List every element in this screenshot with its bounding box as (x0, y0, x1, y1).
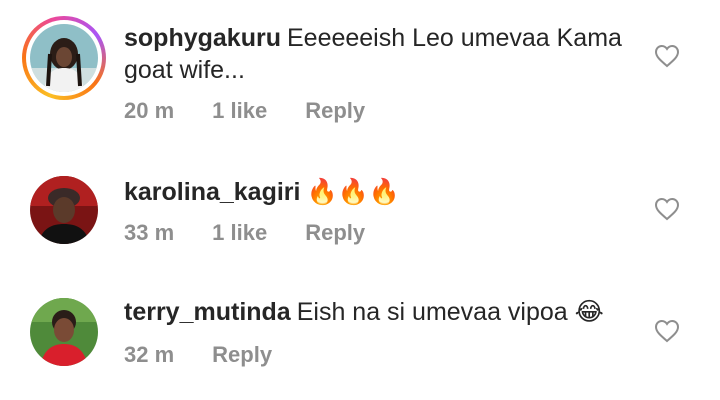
comment-body: 🔥🔥🔥 (306, 177, 400, 206)
avatar-story-ring[interactable] (22, 16, 106, 100)
avatar (30, 24, 98, 92)
comment-likes[interactable]: 1 like (212, 220, 267, 246)
heart-outline-icon[interactable] (654, 319, 680, 343)
comment-meta: 32 m Reply (124, 342, 310, 368)
comment-username[interactable]: karolina_kagiri (124, 178, 300, 206)
reply-button[interactable]: Reply (305, 220, 365, 246)
comment-meta: 33 m 1 like Reply (124, 220, 403, 246)
comment-time: 33 m (124, 220, 175, 245)
avatar[interactable] (30, 176, 98, 244)
comment-text: karolina_kagiri 🔥🔥🔥 (124, 176, 624, 208)
avatar[interactable] (30, 298, 98, 366)
reply-button[interactable]: Reply (212, 342, 272, 368)
heart-outline-icon[interactable] (654, 44, 680, 68)
comment-text: sophygakuru Eeeeeeish Leo umevaa Kama goa… (124, 22, 624, 86)
comment-body: Eish na si umevaa vipoa 😂 (296, 298, 604, 326)
comment-username[interactable]: sophygakuru (124, 24, 281, 52)
reply-button[interactable]: Reply (305, 98, 365, 124)
comment-time: 32 m (124, 342, 175, 367)
comment-username[interactable]: terry_mutinda (124, 298, 291, 326)
comment-likes[interactable]: 1 like (212, 98, 267, 124)
heart-outline-icon[interactable] (654, 197, 680, 221)
comment-text: terry_mutinda Eish na si umevaa vipoa 😂 (124, 296, 624, 328)
comment-meta: 20 m 1 like Reply (124, 98, 403, 124)
comment-time: 20 m (124, 98, 175, 123)
